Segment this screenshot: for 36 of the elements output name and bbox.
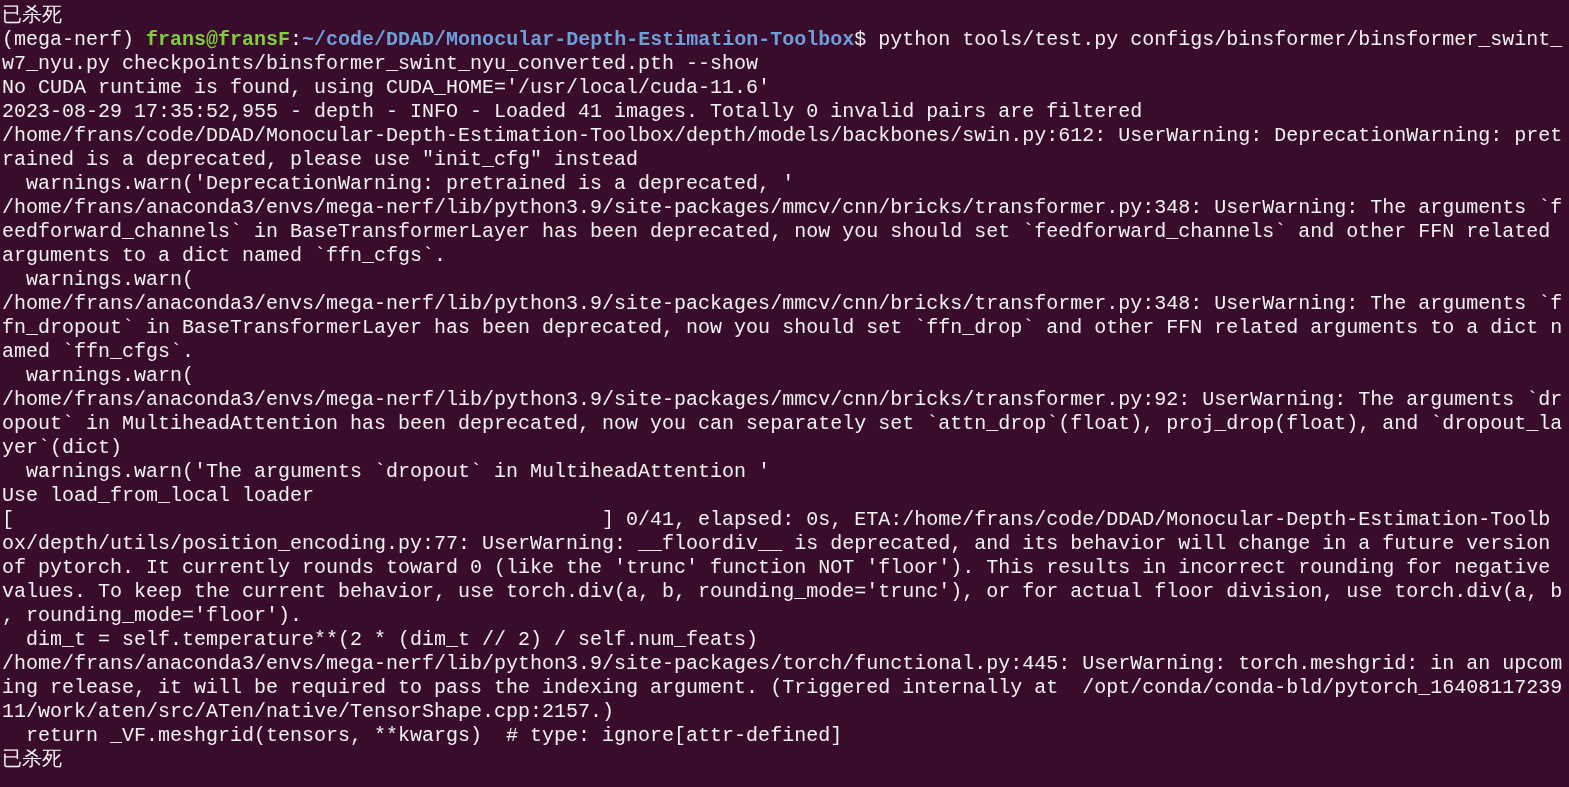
terminal-line: /home/frans/code/DDAD/Monocular-Depth-Estimation-Toolbox/depth/models/backbones/swin.py:612: UserWarning: DeprecationWarning: pret: [2, 124, 1563, 147]
terminal-line: 11/work/aten/src/ATen/native/TensorShape.cpp:2157.): [2, 700, 615, 723]
terminal-line: warnings.warn(: [25, 268, 195, 291]
terminal-line: 已杀死: [2, 4, 62, 27]
prompt-separator: :: [290, 28, 303, 51]
terminal-line: [ ] 0/41, elapsed: 0s, ETA:/home/frans/code/DDAD/Monocular-Depth-Estimation-Toolb: [2, 508, 1551, 531]
terminal-line: 2023-08-29 17:35:52,955 - depth - INFO - Loaded 41 images. Totally 0 invalid pairs are filtered: [2, 100, 1143, 123]
terminal-line: dim_t = self.temperature**(2 * (dim_t // 2) / self.num_feats): [25, 628, 759, 651]
terminal-line: yer`(dict): [2, 436, 123, 459]
terminal-line: opout` in MultiheadAttention has been deprecated, now you can separately set `attn_drop`(float), proj_drop(float), and `dropout_la: [2, 412, 1563, 435]
prompt-path: ~/code/DDAD/Monocular-Depth-Estimation-Toolbox: [302, 28, 855, 51]
terminal-line: return _VF.meshgrid(tensors, **kwargs) # type: ignore[attr-defined]: [25, 724, 843, 747]
terminal-line: w7_nyu.py checkpoints/binsformer_swint_nyu_converted.pth --show: [2, 52, 759, 75]
env-name: (mega-nerf): [2, 28, 135, 51]
terminal-line: eedforward_channels` in BaseTransformerLayer has been deprecated, now you should set `feedforward_channels` and other FFN related: [2, 220, 1551, 243]
terminal-line: No CUDA runtime is found, using CUDA_HOME='/usr/local/cuda-11.6': [2, 76, 771, 99]
terminal-line: of pytorch. It currently rounds toward 0 (like the 'trunc' function NOT 'floor'). This results in incorrect rounding for negative: [2, 556, 1551, 579]
terminal-line: rained is a deprecated, please use "init_cfg" instead: [2, 148, 639, 171]
terminal-line: ing release, it will be required to pass the indexing argument. (Triggered internally at /opt/conda/conda-bld/pytorch_16408117239: [2, 676, 1563, 699]
terminal-line: 已杀死: [2, 748, 62, 771]
terminal-line: , rounding_mode='floor').: [2, 604, 303, 627]
terminal-line: /home/frans/anaconda3/envs/mega-nerf/lib/python3.9/site-packages/mmcv/cnn/bricks/transformer.py:348: UserWarning: The arguments `f: [2, 196, 1563, 219]
terminal-line: values. To keep the current behavior, use torch.div(a, b, rounding_mode='trunc'), or for actual floor division, use torch.div(a, b: [2, 580, 1563, 603]
terminal-line: warnings.warn(: [25, 364, 195, 387]
command-text: $ python tools/test.py configs/binsformer/binsformer_swint_: [854, 28, 1563, 51]
terminal-line: Use load_from_local loader: [2, 484, 315, 507]
terminal-line: /home/frans/anaconda3/envs/mega-nerf/lib/python3.9/site-packages/mmcv/cnn/bricks/transformer.py:348: UserWarning: The arguments `f: [2, 292, 1563, 315]
terminal-line: ox/depth/utils/position_encoding.py:77: UserWarning: __floordiv__ is deprecated, and its behavior will change in a future version: [2, 532, 1551, 555]
terminal-line: warnings.warn('DeprecationWarning: pretrained is a deprecated, ': [25, 172, 795, 195]
terminal-line: /home/frans/anaconda3/envs/mega-nerf/lib/python3.9/site-packages/torch/functional.py:445: UserWarning: torch.meshgrid: in an upcom: [2, 652, 1563, 675]
terminal-line: fn_dropout` in BaseTransformerLayer has been deprecated, now you should set `ffn_drop` and other FFN related arguments to a dict n: [2, 316, 1563, 339]
terminal-line: /home/frans/anaconda3/envs/mega-nerf/lib/python3.9/site-packages/mmcv/cnn/bricks/transformer.py:92: UserWarning: The arguments `dr: [2, 388, 1563, 411]
terminal-line: arguments to a dict named `ffn_cfgs`.: [2, 244, 447, 267]
terminal-line: amed `ffn_cfgs`.: [2, 340, 195, 363]
terminal-line: warnings.warn('The arguments `dropout` in MultiheadAttention ': [25, 460, 771, 483]
user-host: frans@fransF: [146, 28, 291, 51]
